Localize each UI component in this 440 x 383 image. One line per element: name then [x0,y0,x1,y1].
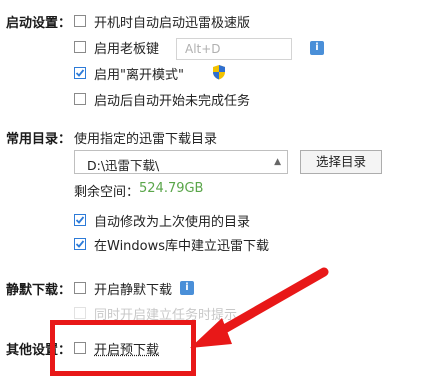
red-highlight-box [50,320,196,376]
